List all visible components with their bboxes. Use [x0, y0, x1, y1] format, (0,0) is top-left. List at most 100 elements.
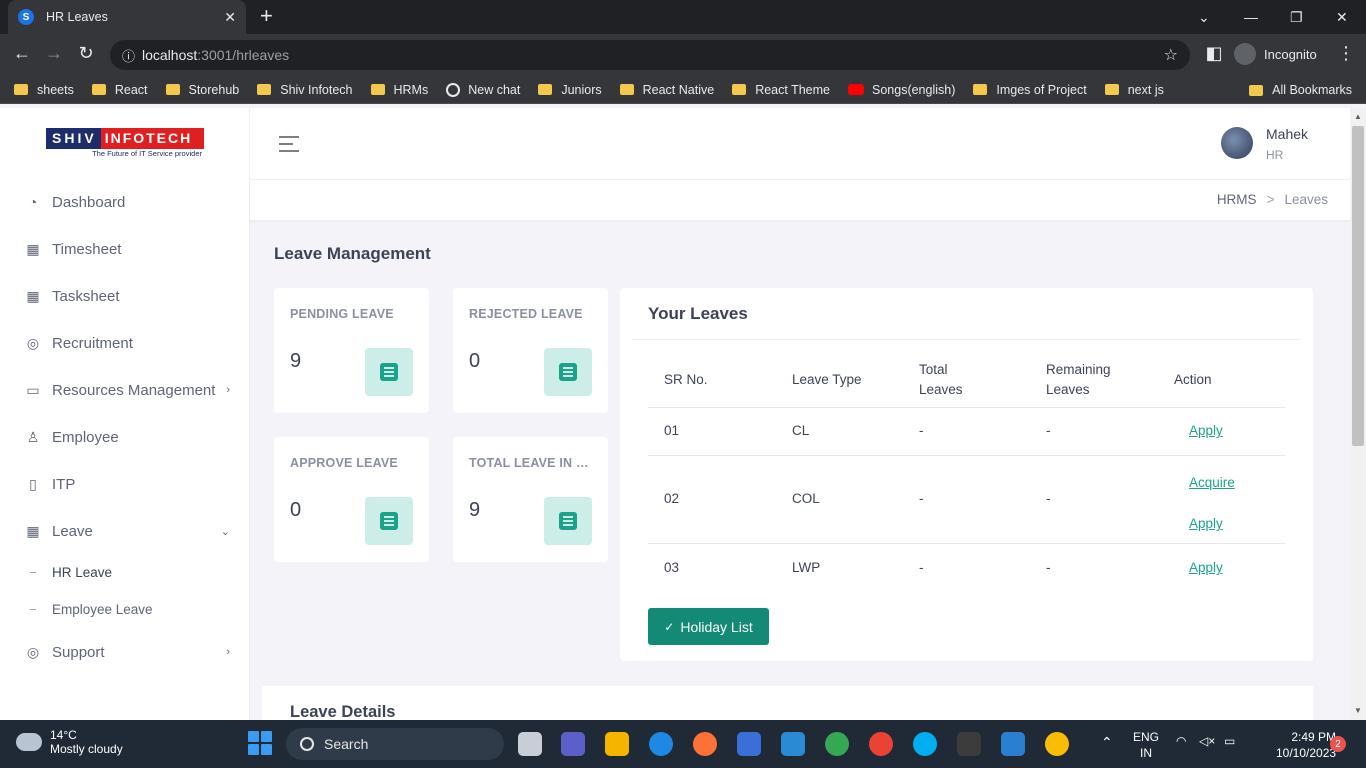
weather-widget[interactable]: 14°C Mostly cloudy: [16, 728, 123, 756]
browser-tab[interactable]: S HR Leaves ✕: [8, 0, 246, 34]
notification-badge[interactable]: 2: [1330, 736, 1346, 752]
apply-link[interactable]: Apply: [1189, 560, 1223, 575]
target-icon: ◎: [26, 334, 40, 351]
reload-icon[interactable]: ↻: [74, 43, 98, 64]
vscode-icon[interactable]: [781, 732, 805, 756]
sidebar-item-label: Employee: [52, 428, 119, 446]
chrome-icon[interactable]: [825, 732, 849, 756]
sidebar-item-support[interactable]: ◎ Support ›: [24, 640, 230, 664]
store-icon[interactable]: [737, 732, 761, 756]
back-arrow-icon[interactable]: ←: [10, 43, 34, 64]
calendar-check-icon: ▦: [26, 240, 40, 257]
apply-link[interactable]: Apply: [1189, 516, 1223, 531]
check-icon: ✓: [664, 619, 675, 634]
cell-sr: 01: [664, 423, 680, 438]
bookmark-item[interactable]: React Theme: [732, 83, 830, 97]
breadcrumb-root[interactable]: HRMS: [1217, 192, 1257, 207]
sidebar-item-timesheet[interactable]: ▦ Timesheet: [24, 237, 230, 261]
bookmark-item[interactable]: Shiv Infotech: [257, 82, 353, 97]
cell-type: COL: [792, 491, 820, 506]
edge-icon[interactable]: [649, 732, 673, 756]
holiday-list-label: Holiday List: [680, 618, 753, 635]
window-close-icon[interactable]: ✕: [1336, 0, 1348, 34]
notepad-icon[interactable]: [1001, 732, 1025, 756]
bookmark-item[interactable]: React Native: [619, 82, 715, 97]
site-info-icon[interactable]: ⓘ: [122, 46, 142, 65]
acquire-link[interactable]: Acquire: [1189, 475, 1235, 490]
bookmark-item[interactable]: HRMs: [370, 83, 428, 97]
new-tab-icon[interactable]: +: [260, 5, 273, 27]
folder-icon: [1249, 84, 1264, 96]
column-header-action: Action: [1174, 372, 1212, 387]
folder-icon: [1104, 84, 1119, 95]
incognito-profile[interactable]: Incognito: [1234, 43, 1317, 65]
address-bar[interactable]: ⓘ localhost :3001/hrleaves ☆: [110, 40, 1190, 70]
sidebar-item-itp[interactable]: ▯ ITP: [24, 472, 230, 496]
restore-icon[interactable]: ❐: [1290, 0, 1303, 34]
bookmark-item[interactable]: Songs(english): [848, 83, 955, 97]
avatar[interactable]: [1221, 127, 1253, 159]
user-role: HR: [1266, 148, 1284, 162]
sidebar-item-dashboard[interactable]: ◔ Dashboard: [24, 190, 230, 214]
wifi-icon[interactable]: ◠: [1176, 734, 1186, 748]
tab-search-chevron-icon[interactable]: ⌄: [1198, 0, 1210, 34]
bookmark-star-icon[interactable]: ☆: [1164, 45, 1178, 65]
sidebar-item-recruitment[interactable]: ◎ Recruitment: [24, 331, 230, 355]
hamburger-menu-icon[interactable]: [279, 136, 299, 157]
clock[interactable]: 2:49 PM 10/10/2023: [1276, 729, 1336, 761]
logo-text-infotech: INFOTECH: [100, 128, 204, 149]
sidebar-item-tasksheet[interactable]: ▦ Tasksheet: [24, 284, 230, 308]
page-scrollbar[interactable]: ▲ ▼: [1350, 108, 1366, 720]
windows-start-icon[interactable]: [248, 731, 272, 755]
sidebar-subitem-hr-leave[interactable]: HR Leave: [30, 565, 112, 580]
all-bookmarks[interactable]: All Bookmarks: [1249, 76, 1352, 104]
chevron-right-icon: ›: [226, 384, 230, 396]
skype-icon[interactable]: [913, 732, 937, 756]
bookmark-item[interactable]: Storehub: [165, 83, 239, 97]
task-view-icon[interactable]: [518, 732, 542, 756]
bookmark-label: Shiv Infotech: [280, 82, 353, 97]
chrome-incognito-icon[interactable]: [869, 732, 893, 756]
scroll-down-icon[interactable]: ▼: [1354, 706, 1362, 715]
battery-icon[interactable]: ▭: [1224, 734, 1235, 748]
user-name[interactable]: Mahek: [1266, 126, 1308, 142]
chrome-profile-icon[interactable]: [1045, 732, 1069, 756]
bookmark-item[interactable]: Imges of Project: [973, 83, 1087, 97]
scroll-up-icon[interactable]: ▲: [1354, 112, 1362, 121]
firefox-icon[interactable]: [693, 732, 717, 756]
bookmark-item[interactable]: sheets: [14, 83, 74, 97]
holiday-list-button[interactable]: ✓ Holiday List: [648, 608, 769, 645]
bookmark-label: sheets: [37, 82, 74, 97]
scrollbar-thumb[interactable]: [1352, 126, 1364, 446]
stat-card-approve-leave: APPROVE LEAVE 0: [274, 437, 429, 562]
menu-kebab-icon[interactable]: ⋮: [1334, 43, 1358, 64]
forward-arrow-icon[interactable]: →: [42, 43, 66, 64]
bookmark-item[interactable]: React: [91, 83, 148, 97]
language-indicator[interactable]: ENG IN: [1133, 729, 1159, 761]
column-header-sr: SR No.: [664, 372, 708, 387]
file-explorer-icon[interactable]: [605, 732, 629, 756]
minimize-icon[interactable]: —: [1244, 0, 1258, 34]
folder-icon: [370, 84, 385, 95]
side-panel-icon[interactable]: ◧: [1202, 43, 1226, 64]
id-card-icon: [365, 348, 413, 396]
apply-link[interactable]: Apply: [1189, 423, 1223, 438]
sidebar-item-employee[interactable]: ♙ Employee: [24, 425, 230, 449]
terminal-icon[interactable]: [957, 732, 981, 756]
bookmark-item[interactable]: next js: [1104, 83, 1164, 97]
company-logo[interactable]: SHIV INFOTECH The Future of IT Service p…: [46, 128, 204, 158]
close-tab-icon[interactable]: ✕: [224, 9, 236, 26]
taskbar-search[interactable]: Search: [286, 728, 504, 760]
bookmark-item[interactable]: New chat: [446, 82, 520, 97]
bookmark-item[interactable]: Juniors: [538, 83, 602, 97]
teams-icon[interactable]: [561, 732, 585, 756]
column-header-total: Total Leaves: [919, 360, 963, 400]
volume-muted-icon[interactable]: ◁×: [1199, 734, 1215, 748]
table-row: 02 COL - - Acquire Apply: [648, 456, 1285, 544]
sidebar-item-resources-management[interactable]: ▭ Resources Management ›: [24, 378, 230, 402]
tray-chevron-up-icon[interactable]: ⌃: [1101, 734, 1113, 751]
bookmark-label: React Native: [642, 82, 715, 97]
sidebar-subitem-employee-leave[interactable]: Employee Leave: [30, 602, 153, 617]
stat-value: 0: [469, 350, 481, 372]
sidebar-item-leave[interactable]: ▦ Leave ⌄: [24, 519, 230, 543]
